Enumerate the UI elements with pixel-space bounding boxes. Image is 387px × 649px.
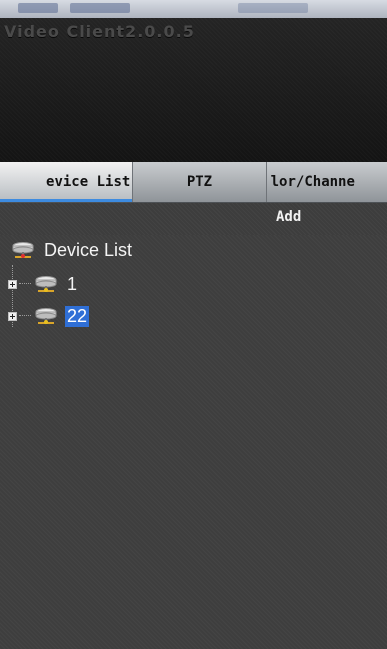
tree-branch-line (19, 283, 31, 285)
network-device-icon (35, 308, 57, 324)
tree-branch-line (19, 315, 31, 317)
tab-ptz-label: PTZ (186, 174, 213, 190)
tab-bar: evice List PTZ lor/Channe (0, 162, 387, 203)
device-toolbar: Add (0, 203, 387, 235)
tree-node-device-22[interactable]: 22 (8, 305, 90, 327)
tab-color-channel-label: lor/Channe (270, 174, 355, 190)
tree-node-label: 1 (67, 273, 78, 294)
tree-node-label-selected: 22 (65, 305, 90, 327)
tree-root-label: Device List (44, 239, 133, 260)
device-tree: Device List 1 22 (0, 235, 387, 649)
expand-icon[interactable] (8, 279, 17, 289)
tree-root-node[interactable]: Device List (10, 239, 134, 261)
tab-device-list-label: evice List (46, 174, 131, 190)
expand-icon[interactable] (8, 311, 17, 321)
tab-color-channel[interactable]: lor/Channe (267, 162, 387, 202)
tab-ptz[interactable]: PTZ (133, 162, 267, 202)
app-title: Video Client2.0.0.5 (4, 22, 195, 41)
tree-node-device-1[interactable]: 1 (8, 273, 79, 295)
network-device-icon (12, 242, 34, 258)
add-device-button[interactable]: Add (276, 209, 301, 225)
network-device-icon (35, 276, 57, 292)
title-bar-remnant (0, 0, 387, 19)
tab-device-list[interactable]: evice List (0, 162, 134, 202)
app-header: Video Client2.0.0.5 (0, 18, 387, 163)
